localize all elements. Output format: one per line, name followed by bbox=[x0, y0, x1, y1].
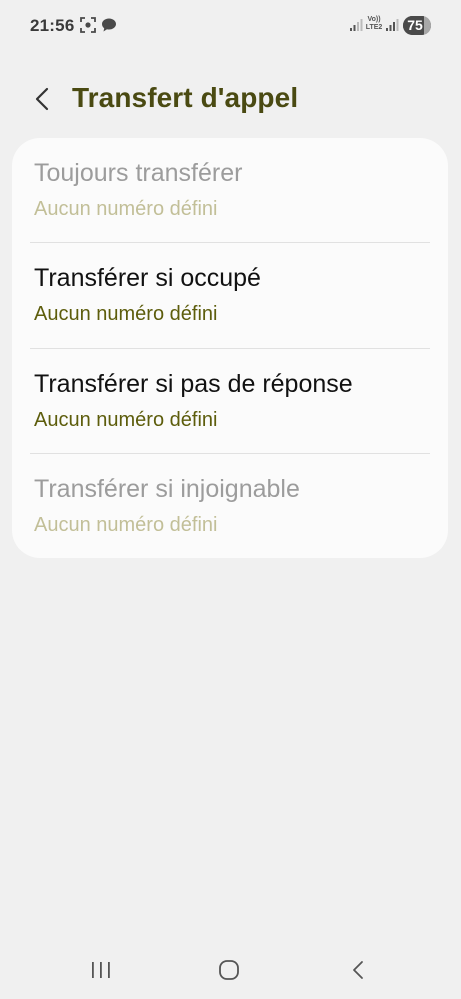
chat-bubble-icon bbox=[101, 17, 117, 33]
setting-subtitle: Aucun numéro défini bbox=[34, 409, 218, 431]
setting-forward-when-busy[interactable]: Transférer si occupé Aucun numéro défini bbox=[12, 243, 448, 348]
setting-title: Toujours transférer bbox=[34, 159, 243, 187]
back-icon bbox=[353, 961, 363, 979]
setting-forward-when-unreachable[interactable]: Transférer si injoignable Aucun numéro d… bbox=[12, 454, 448, 559]
setting-title: Transférer si pas de réponse bbox=[34, 370, 353, 398]
status-bar: 21:56 Vo)) LTE2 75 bbox=[0, 0, 461, 52]
volte-indicator: Vo)) LTE2 bbox=[365, 16, 383, 32]
signal-strength-icon bbox=[349, 18, 363, 32]
home-button[interactable] bbox=[216, 957, 242, 983]
recent-apps-button[interactable] bbox=[88, 957, 114, 983]
setting-subtitle: Aucun numéro défini bbox=[34, 514, 218, 536]
network-label: LTE2 bbox=[365, 24, 383, 31]
setting-forward-when-unanswered[interactable]: Transférer si pas de réponse Aucun numér… bbox=[12, 349, 448, 454]
screenshot-icon bbox=[80, 17, 96, 33]
navigation-bar bbox=[0, 945, 461, 995]
signal-strength-icon bbox=[385, 18, 399, 32]
setting-subtitle: Aucun numéro défini bbox=[34, 198, 218, 220]
app-header: Transfert d'appel bbox=[0, 78, 461, 122]
chevron-left-icon bbox=[35, 87, 49, 111]
setting-title: Transférer si occupé bbox=[34, 264, 261, 292]
battery-level: 75 bbox=[407, 17, 423, 33]
setting-always-forward[interactable]: Toujours transférer Aucun numéro défini bbox=[12, 138, 448, 243]
page-title: Transfert d'appel bbox=[72, 82, 299, 113]
setting-subtitle: Aucun numéro défini bbox=[34, 303, 218, 325]
recent-apps-icon bbox=[92, 962, 110, 978]
nav-back-button[interactable] bbox=[345, 957, 371, 983]
home-icon bbox=[219, 960, 239, 980]
battery-icon: 75 bbox=[403, 16, 431, 35]
volte-label: Vo)) bbox=[367, 16, 381, 23]
back-button[interactable] bbox=[28, 84, 58, 114]
setting-title: Transférer si injoignable bbox=[34, 475, 300, 503]
call-forwarding-list: Toujours transférer Aucun numéro défini … bbox=[12, 138, 448, 558]
status-time: 21:56 bbox=[30, 16, 75, 35]
